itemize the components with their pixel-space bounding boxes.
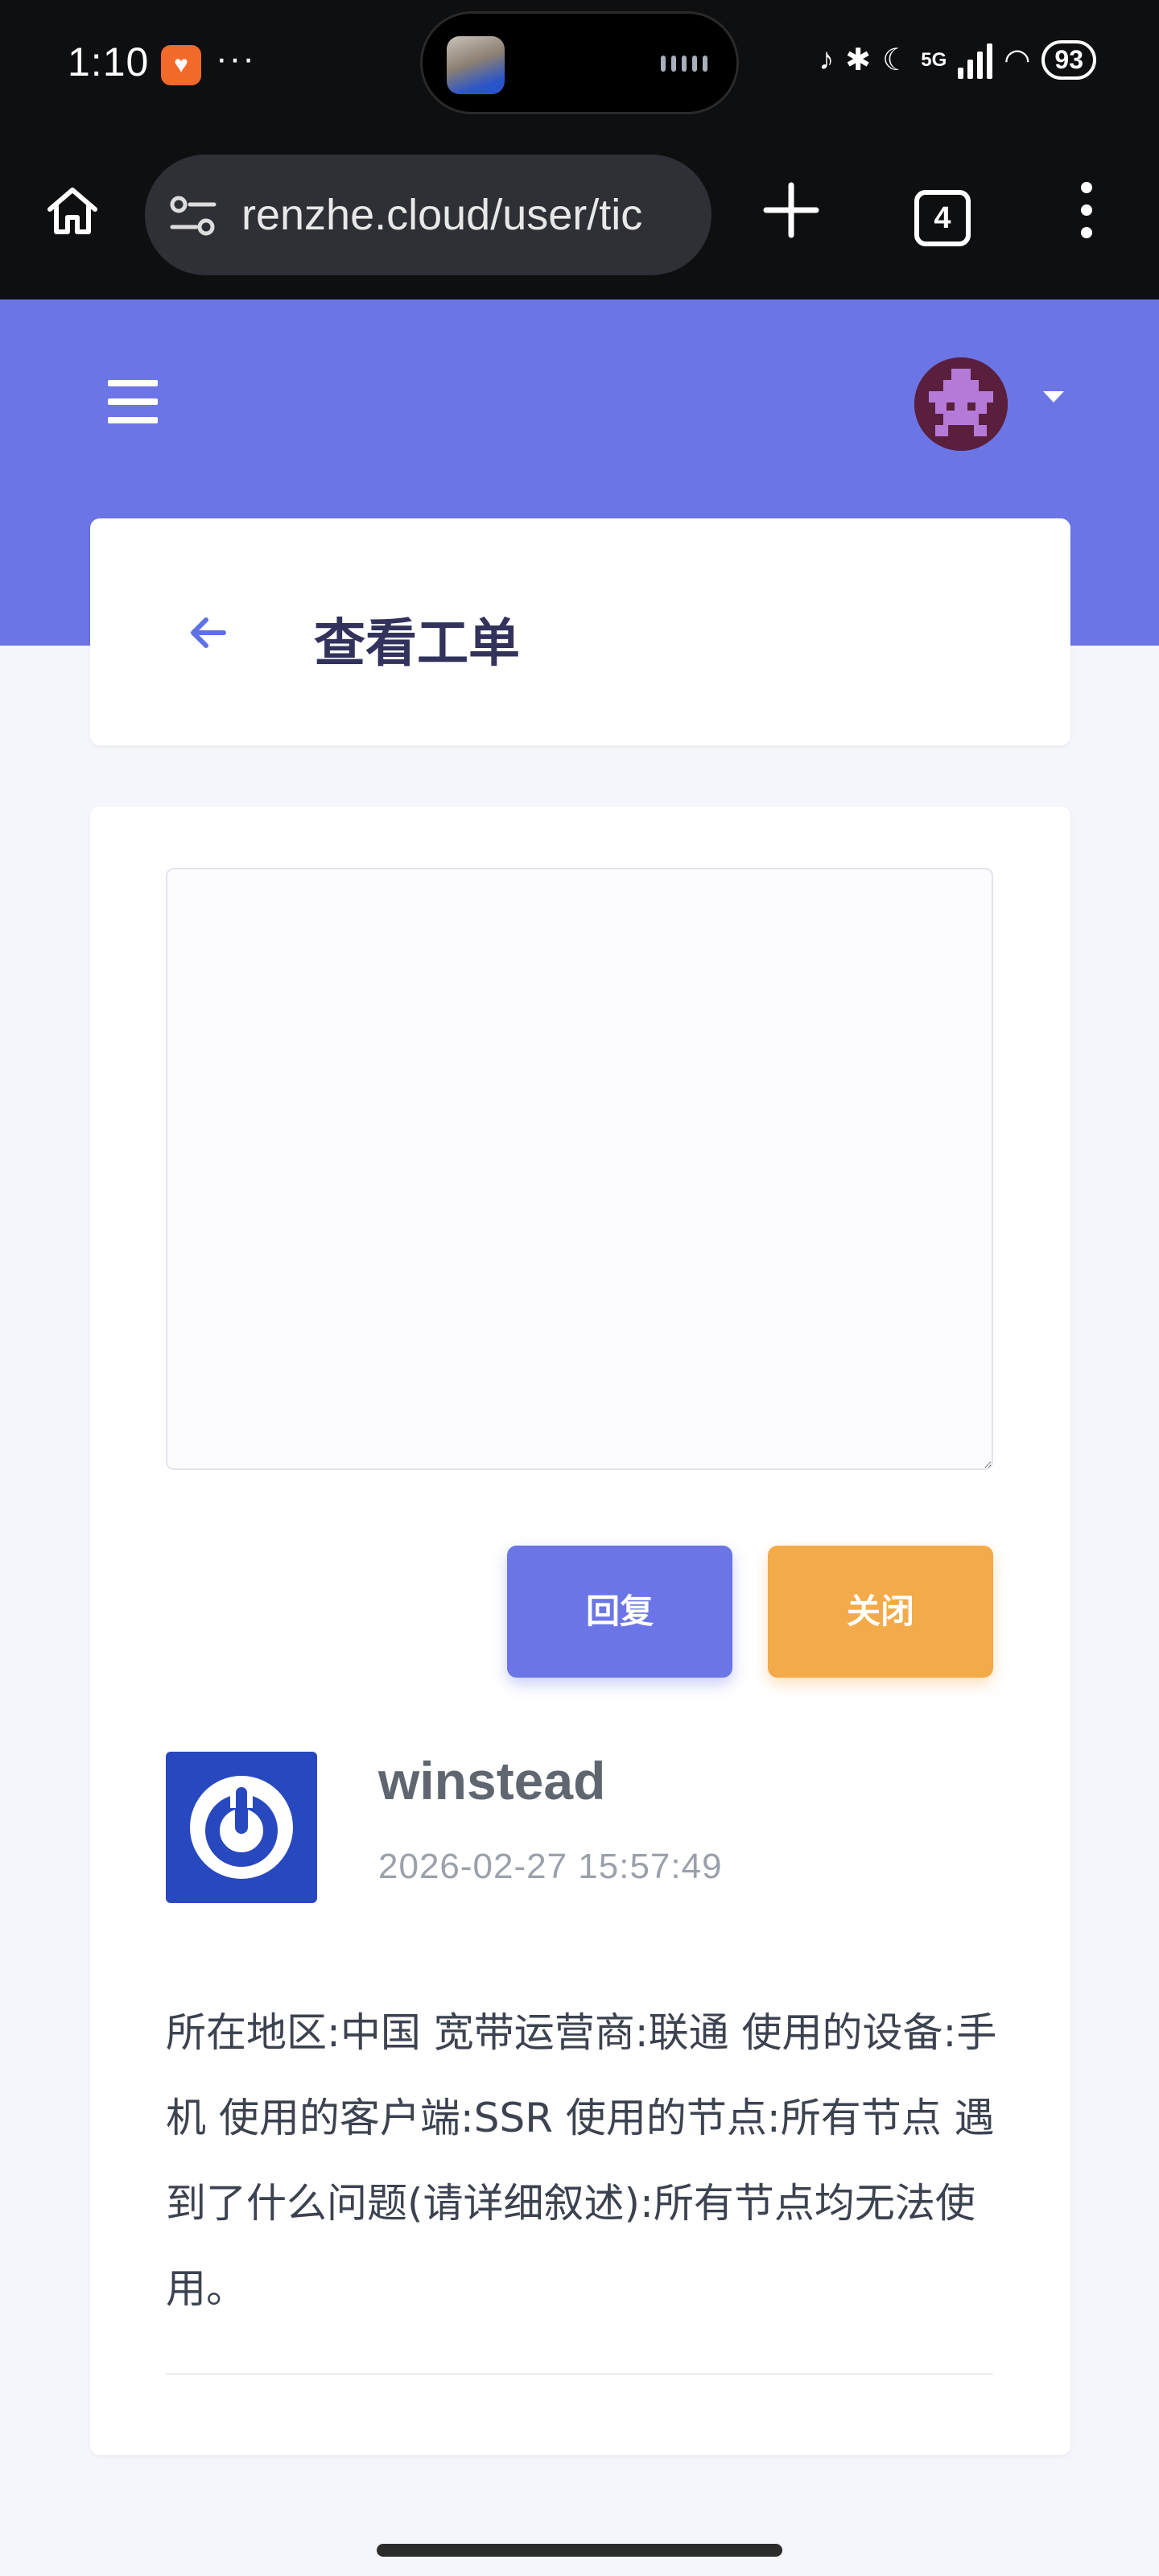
back-arrow-icon[interactable] — [188, 615, 229, 650]
more-notifications-icon: ··· — [216, 39, 256, 78]
close-ticket-button[interactable]: 关闭 — [768, 1546, 993, 1678]
message-divider — [166, 2373, 993, 2375]
notification-app-icon: ♥ — [161, 45, 201, 85]
battery-indicator: 93 — [1041, 40, 1096, 80]
url-text[interactable]: renzhe.cloud/user/tic — [241, 190, 642, 240]
wifi-icon: ◠ — [1004, 43, 1031, 77]
home-indicator[interactable] — [377, 2544, 782, 2557]
home-icon[interactable] — [43, 182, 101, 240]
page-title: 查看工单 — [314, 614, 520, 674]
bluetooth-icon: ✱ — [845, 43, 872, 77]
browser-menu-icon[interactable] — [1070, 182, 1103, 254]
moon-icon: ☾ — [882, 43, 910, 77]
user-avatar[interactable] — [914, 357, 1008, 451]
status-bar: 1:10 ♥ ··· ♪ ✱ ☾ 5G ◠ 93 — [0, 0, 1159, 137]
avatar-image — [914, 357, 1008, 451]
site-settings-icon[interactable] — [169, 193, 217, 238]
title-card: 查看工单 — [90, 518, 1070, 745]
chevron-down-icon[interactable] — [1043, 391, 1064, 402]
audio-waveform-icon — [661, 56, 707, 72]
network-type-label: 5G — [921, 48, 947, 71]
signal-icon — [958, 42, 993, 79]
address-bar[interactable]: renzhe.cloud/user/tic — [145, 155, 711, 275]
tab-switcher-button[interactable]: 4 — [914, 190, 971, 246]
reply-textarea[interactable] — [166, 868, 993, 1470]
message-body: 所在地区:中国 宽带运营商:联通 使用的设备:手机 使用的客户端:SSR 使用的… — [166, 2009, 997, 2312]
power-logo-icon — [190, 1776, 293, 1879]
status-time: 1:10 — [68, 39, 150, 85]
browser-toolbar: renzhe.cloud/user/tic 4 — [0, 137, 1159, 299]
menu-icon[interactable] — [108, 380, 158, 423]
headphone-icon: ♪ — [819, 43, 835, 76]
reply-button[interactable]: 回复 — [507, 1546, 732, 1678]
new-tab-icon[interactable] — [758, 177, 824, 243]
status-icons: ♪ ✱ ☾ 5G ◠ 93 — [819, 40, 1096, 80]
message-avatar — [166, 1752, 317, 1903]
ticket-card: 回复 关闭 winstead 2026-02-27 15:57:49 所在地区:… — [90, 807, 1070, 2455]
dynamic-island[interactable] — [420, 11, 739, 114]
message-timestamp: 2026-02-27 15:57:49 — [378, 1847, 723, 1886]
media-thumbnail — [447, 36, 505, 94]
message-username: winstead — [378, 1751, 606, 1810]
